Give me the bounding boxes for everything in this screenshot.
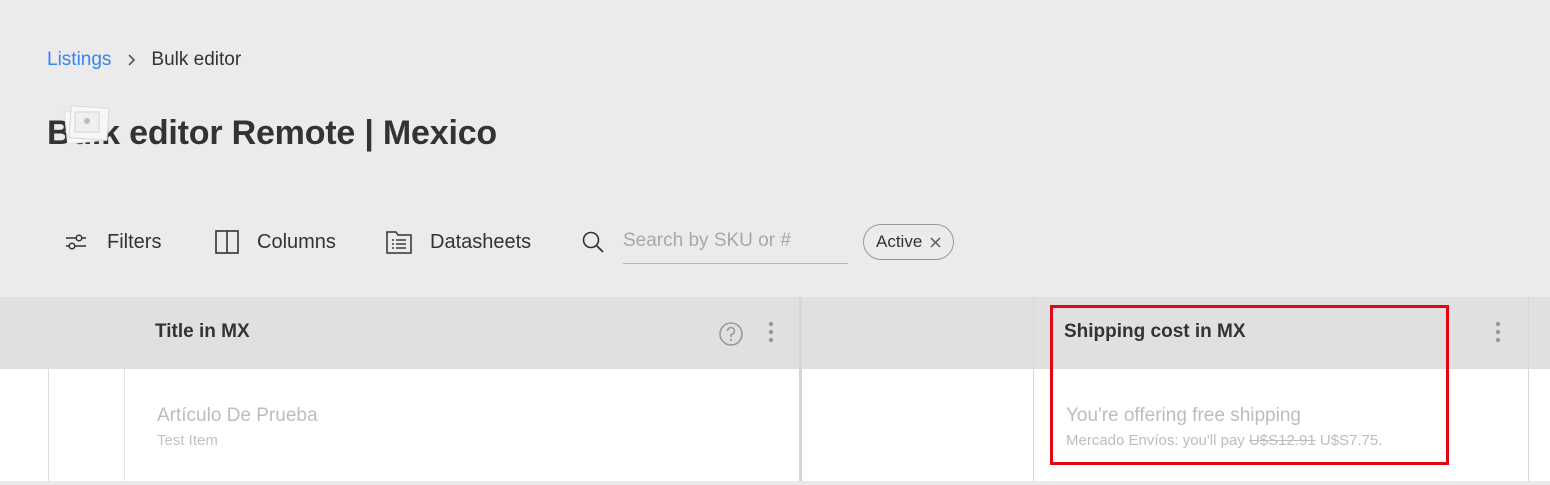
column-header-title: Title in MX: [155, 321, 250, 342]
search-icon: [581, 230, 607, 254]
sliders-icon: [63, 233, 89, 251]
columns-icon: [213, 229, 241, 255]
columns-label: Columns: [257, 230, 336, 253]
chevron-right-icon: [126, 53, 136, 67]
bulk-editor-table: Title in MX Shipping cost in MX: [0, 297, 1550, 485]
shipping-new-price: U$S7.75.: [1319, 432, 1383, 449]
table-body: [0, 369, 1550, 485]
shipping-old-price: U$S12.91: [1248, 432, 1316, 449]
column-divider: [1033, 297, 1034, 485]
columns-button[interactable]: Columns: [213, 222, 385, 262]
status-filter-chip[interactable]: Active: [863, 224, 955, 260]
item-subtitle: Test Item: [157, 432, 218, 449]
filters-button[interactable]: Filters: [63, 222, 213, 262]
table-header: Title in MX Shipping cost in MX: [0, 297, 1550, 369]
image-placeholder-icon: [62, 104, 112, 151]
column-header-shipping: Shipping cost in MX: [1064, 321, 1246, 342]
shipping-detail: Mercado Envíos: you'll pay U$S12.91 U$S7…: [1066, 432, 1382, 449]
breadcrumb: Listings Bulk editor: [47, 47, 241, 73]
datasheet-icon: [385, 229, 413, 255]
breadcrumb-link-listings[interactable]: Listings: [47, 49, 111, 71]
kebab-menu-icon[interactable]: [1491, 319, 1505, 350]
page-title: Bulk editor Remote | Mexico: [47, 114, 497, 152]
column-divider: [1528, 297, 1529, 485]
bulk-editor-page: Listings Bulk editor Bulk editor Remote …: [0, 0, 1550, 485]
search-input[interactable]: [623, 220, 848, 264]
column-divider: [799, 297, 802, 485]
search-box: [581, 220, 848, 264]
shipping-status: You're offering free shipping: [1066, 405, 1301, 426]
close-icon[interactable]: [930, 237, 941, 248]
item-title: Artículo De Prueba: [157, 405, 318, 426]
datasheets-button[interactable]: Datasheets: [385, 222, 581, 262]
help-icon[interactable]: [718, 321, 744, 352]
row-border: [48, 369, 49, 485]
chip-label: Active: [876, 232, 923, 251]
kebab-menu-icon[interactable]: [764, 319, 778, 350]
thumbnail-divider: [124, 369, 125, 485]
datasheets-label: Datasheets: [430, 230, 532, 253]
table-bottom-border: [0, 481, 1550, 485]
toolbar: Filters Columns Datasheets Search by SKU…: [63, 220, 955, 264]
breadcrumb-current: Bulk editor: [151, 49, 242, 70]
filters-label: Filters: [107, 230, 162, 253]
shipping-prefix: Mercado Envíos: you'll pay: [1066, 432, 1245, 449]
